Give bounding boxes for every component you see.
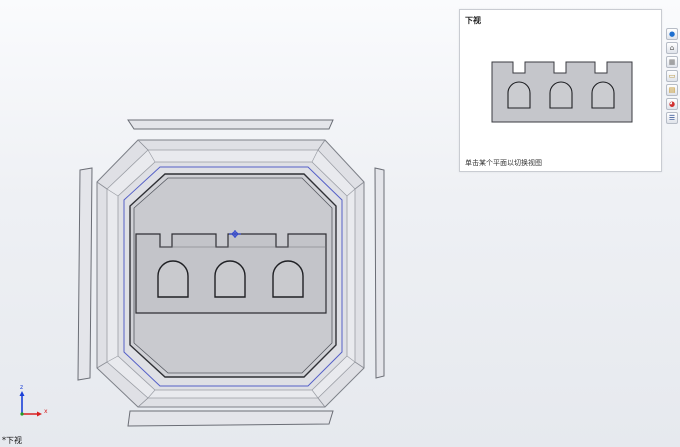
top-side-strip[interactable] (127, 119, 334, 130)
folder-icon[interactable]: ▭ (666, 70, 678, 82)
x-axis-label: x (44, 408, 48, 415)
z-axis-label: z (20, 384, 24, 391)
left-side-strip[interactable] (77, 167, 93, 381)
arch-window-middle[interactable] (214, 260, 246, 298)
arch-window-right[interactable] (272, 260, 304, 298)
bottom-side-strip[interactable] (127, 410, 334, 427)
task-pane-toolbar: ● ⌂ ▦ ▭ ▤ ◕ ☰ (666, 28, 680, 136)
properties-icon[interactable]: ☰ (666, 112, 678, 124)
view-preview-part[interactable] (460, 10, 663, 173)
view-selector-panel[interactable]: 下视 单击某个平面以切换视图 (459, 9, 662, 172)
arch-window-left[interactable] (157, 260, 189, 298)
right-side-strip[interactable] (374, 167, 385, 379)
appearance-icon[interactable]: ◕ (666, 98, 678, 110)
view-selector-hint: 单击某个平面以切换视图 (465, 159, 542, 167)
axis-triad-icon (19, 391, 42, 417)
tasks-icon[interactable]: ▤ (666, 84, 678, 96)
parts-icon[interactable]: ▦ (666, 56, 678, 68)
home-icon[interactable]: ⌂ (666, 42, 678, 54)
globe-icon[interactable]: ● (666, 28, 678, 40)
current-view-label: *下视 (2, 436, 22, 445)
